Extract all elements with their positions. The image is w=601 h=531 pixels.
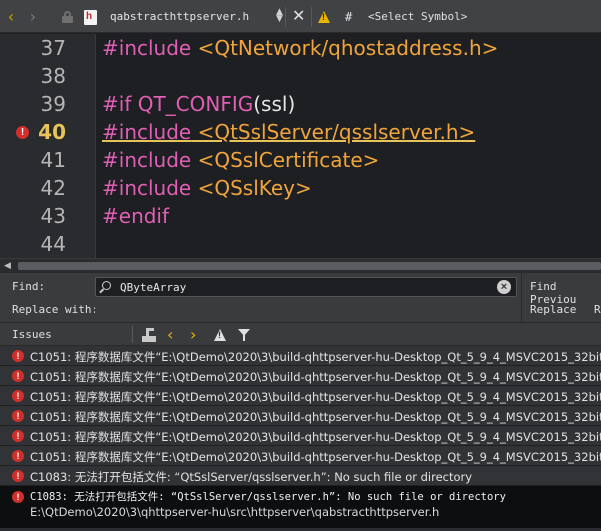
- line-number: 38: [40, 64, 66, 88]
- build-issues-icon[interactable]: [142, 328, 156, 342]
- line-number: 44: [40, 232, 66, 256]
- code-line: 43 #endif: [0, 202, 601, 230]
- code-line: 41 #include <QSslCertificate>: [0, 146, 601, 174]
- findbar-divider: [521, 273, 522, 323]
- issue-text: C1051: 程序数据库文件“E:\QtDemo\2020\3\build-qh…: [30, 390, 601, 404]
- previous-issue-button[interactable]: ‹: [167, 325, 173, 344]
- forward-button[interactable]: ›: [22, 0, 44, 33]
- issues-title: Issues: [12, 328, 52, 341]
- issue-row[interactable]: ! C1051: 程序数据库文件“E:\QtDemo\2020\3\build-…: [0, 446, 601, 466]
- issue-text: C1051: 程序数据库文件“E:\QtDemo\2020\3\build-qh…: [30, 370, 601, 384]
- replace-next-button[interactable]: R: [594, 303, 601, 316]
- code-text: #include <QtSslServer/qsslserver.h>: [102, 120, 476, 144]
- toolbar-divider: [311, 7, 312, 27]
- issue-row[interactable]: ! C1051: 程序数据库文件“E:\QtDemo\2020\3\build-…: [0, 406, 601, 426]
- issue-text: C1051: 程序数据库文件“E:\QtDemo\2020\3\build-qh…: [30, 450, 601, 464]
- find-label: Find:: [12, 280, 46, 293]
- issue-row[interactable]: ! C1083: 无法打开包括文件: “QtSslServer/qsslserv…: [0, 466, 601, 486]
- issue-file-path: E:\QtDemo\2020\3\qhttpserver-hu\src\http…: [30, 505, 440, 519]
- issue-text: C1051: 程序数据库文件“E:\QtDemo\2020\3\build-qh…: [30, 410, 601, 424]
- find-input[interactable]: QByteArray ×: [95, 277, 517, 297]
- replace-input[interactable]: [95, 300, 517, 320]
- issue-row[interactable]: ! C1051: 程序数据库文件“E:\QtDemo\2020\3\build-…: [0, 366, 601, 386]
- issue-row[interactable]: ! C1051: 程序数据库文件“E:\QtDemo\2020\3\build-…: [0, 426, 601, 446]
- code-line: 38: [0, 62, 601, 90]
- code-line: 42 #include <QSslKey>: [0, 174, 601, 202]
- issue-text: C1083: 无法打开包括文件: “QtSslServer/qsslserver…: [30, 491, 506, 503]
- toolbar-divider: [285, 7, 286, 27]
- find-toolbar: Find: QByteArray × Replace with: Find Pr…: [0, 272, 601, 323]
- error-icon: !: [12, 390, 24, 402]
- replace-button[interactable]: Replace: [530, 303, 576, 316]
- scrollbar-thumb[interactable]: [18, 262, 601, 270]
- code-text: #include <QSslKey>: [102, 176, 312, 200]
- line-number: 39: [40, 92, 66, 116]
- filter-icon[interactable]: [238, 329, 250, 341]
- close-document-button[interactable]: ✕: [292, 8, 305, 24]
- search-icon[interactable]: [102, 281, 111, 290]
- error-icon: !: [12, 350, 24, 362]
- error-icon: !: [12, 450, 24, 462]
- line-number: 43: [40, 204, 66, 228]
- lock-icon[interactable]: [62, 11, 73, 23]
- warning-icon[interactable]: [318, 11, 330, 23]
- issues-list[interactable]: ! C1051: 程序数据库文件“E:\QtDemo\2020\3\build-…: [0, 346, 601, 531]
- line-number: 42: [40, 176, 66, 200]
- chevron-left-icon: ‹: [7, 6, 15, 26]
- scroll-left-icon[interactable]: ◀: [4, 261, 11, 271]
- chevron-right-icon: ›: [29, 6, 37, 26]
- open-document-combo[interactable]: qabstracthttpserver.h: [110, 10, 249, 23]
- warning-filter-icon[interactable]: [214, 329, 226, 341]
- error-icon: !: [12, 470, 24, 482]
- code-text: #include <QSslCertificate>: [102, 148, 380, 172]
- header-file-icon: h: [84, 10, 97, 25]
- toolbar-divider: [132, 326, 133, 343]
- next-issue-button[interactable]: ›: [190, 325, 196, 344]
- issue-row[interactable]: ! C1051: 程序数据库文件“E:\QtDemo\2020\3\build-…: [0, 386, 601, 406]
- issues-header: Issues ‹ ›: [0, 322, 601, 346]
- issue-text: C1083: 无法打开包括文件: “QtSslServer/qsslserver…: [30, 470, 473, 484]
- symbol-selector[interactable]: <Select Symbol>: [368, 10, 467, 23]
- issue-row[interactable]: ! C1051: 程序数据库文件“E:\QtDemo\2020\3\build-…: [0, 346, 601, 366]
- code-line: 37 #include <QtNetwork/qhostaddress.h>: [0, 34, 601, 62]
- code-editor[interactable]: 37 #include <QtNetwork/qhostaddress.h> 3…: [0, 34, 601, 258]
- find-input-value: QByteArray: [120, 281, 187, 294]
- horizontal-scrollbar[interactable]: ◀: [0, 258, 601, 272]
- clear-icon[interactable]: ×: [497, 280, 511, 294]
- line-number: 40: [38, 120, 66, 144]
- code-line-current: ! 40 #include <QtSslServer/qsslserver.h>: [0, 118, 601, 146]
- code-line: 44: [0, 230, 601, 258]
- issue-text: C1051: 程序数据库文件“E:\QtDemo\2020\3\build-qh…: [30, 430, 601, 444]
- dropdown-updown-icon[interactable]: ▲ ▼: [276, 8, 283, 24]
- code-text: #include <QtNetwork/qhostaddress.h>: [102, 36, 499, 60]
- error-icon: !: [12, 430, 24, 442]
- code-text: #if QT_CONFIG(ssl): [102, 92, 296, 116]
- issue-row-selected[interactable]: ! C1083: 无法打开包括文件: “QtSslServer/qsslserv…: [0, 486, 601, 528]
- code-line: 39 #if QT_CONFIG(ssl): [0, 90, 601, 118]
- close-icon: ✕: [292, 6, 306, 25]
- hash-icon: #: [345, 10, 353, 24]
- chevron-left-icon: ‹: [167, 325, 174, 344]
- error-icon: !: [12, 410, 24, 422]
- replace-label: Replace with:: [12, 303, 99, 316]
- chevron-right-icon: ›: [190, 325, 197, 344]
- issue-text: C1051: 程序数据库文件“E:\QtDemo\2020\3\build-qh…: [30, 350, 601, 364]
- code-text: #endif: [102, 204, 170, 228]
- error-icon: !: [12, 491, 24, 503]
- back-button[interactable]: ‹: [0, 0, 22, 33]
- line-number: 41: [40, 148, 66, 172]
- error-icon: !: [12, 370, 24, 382]
- line-number: 37: [40, 36, 66, 60]
